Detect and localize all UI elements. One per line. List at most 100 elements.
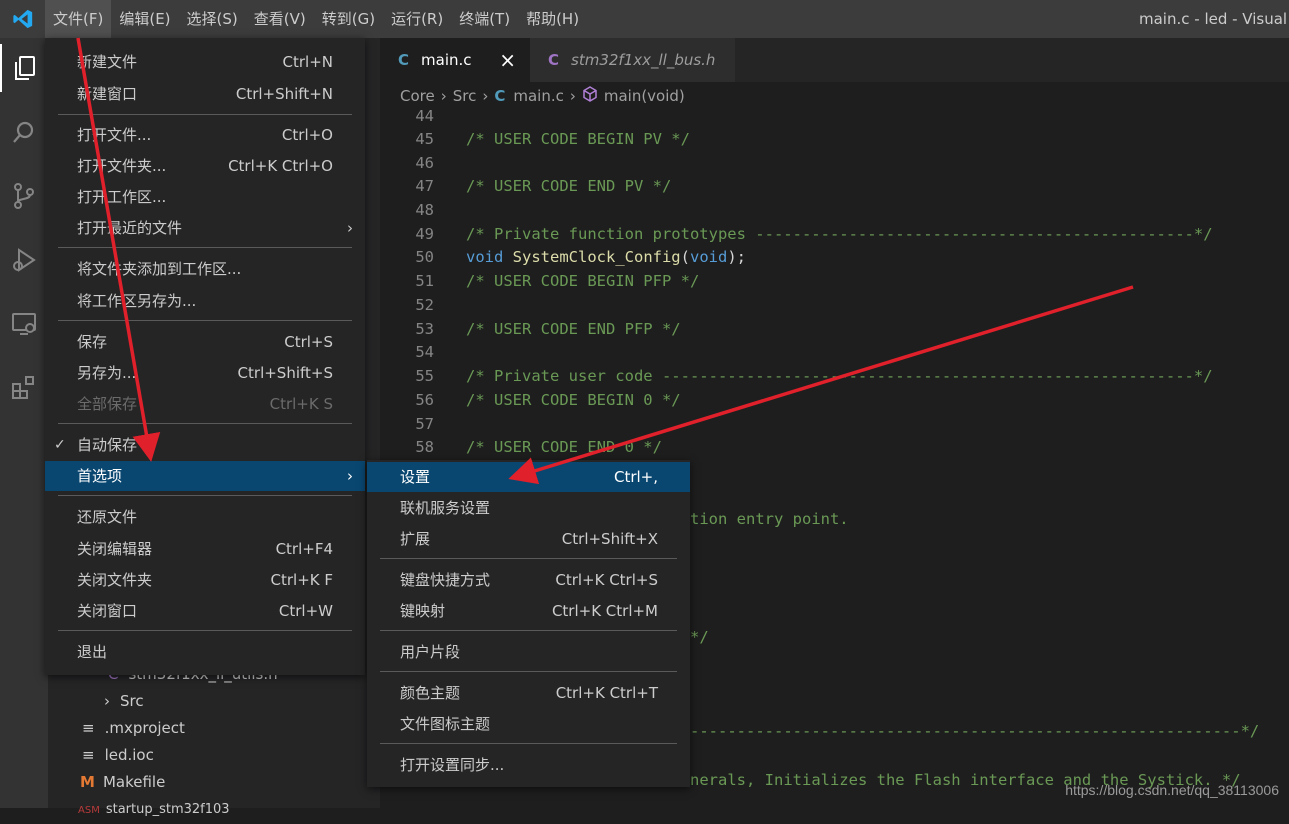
activity-bar bbox=[0, 38, 48, 808]
text-file-icon: ≡ bbox=[82, 746, 95, 764]
breadcrumb-main-c[interactable]: main.c bbox=[513, 87, 564, 105]
menu-item-add-folder-to-workspace[interactable]: 将文件夹添加到工作区... bbox=[45, 254, 365, 284]
c-file-icon: C bbox=[398, 51, 410, 69]
menu-item-save-all: 全部保存 Ctrl+K S bbox=[77, 395, 333, 413]
line-number: 49 bbox=[415, 225, 434, 243]
breadcrumb-core[interactable]: Core bbox=[400, 87, 435, 105]
menu-item-new-file[interactable]: 新建文件 Ctrl+N bbox=[45, 47, 365, 77]
run-debug-icon[interactable] bbox=[0, 236, 48, 284]
code-line: /* USER CODE END PV */ bbox=[466, 177, 672, 195]
menu-help[interactable]: 帮助(H) bbox=[518, 0, 587, 38]
menu-item-settings[interactable]: 设置 Ctrl+, bbox=[367, 462, 690, 492]
code-fragment: tion entry point. bbox=[690, 510, 849, 528]
code-line: /* USER CODE BEGIN 0 */ bbox=[466, 391, 681, 409]
line-number: 47 bbox=[415, 177, 434, 195]
c-file-icon: C bbox=[548, 51, 560, 69]
code-line: /* Private function prototypes ---------… bbox=[466, 225, 1213, 243]
line-number: 55 bbox=[415, 367, 434, 385]
tree-file-led-ioc[interactable]: ≡ led.ioc bbox=[82, 742, 154, 769]
window-title: main.c - led - Visual Studio Code bbox=[1139, 10, 1289, 28]
watermark: https://blog.csdn.net/qq_38113006 bbox=[1065, 782, 1279, 798]
text-file-icon: ≡ bbox=[82, 719, 95, 737]
menu-item-open-file[interactable]: 打开文件... Ctrl+O bbox=[45, 120, 365, 150]
menu-item-close-window[interactable]: 关闭窗口 Ctrl+W bbox=[45, 596, 365, 626]
menu-item-auto-save[interactable]: ✓ 自动保存 bbox=[45, 430, 365, 460]
tab-stm32f1xx-ll-bus-h[interactable]: C stm32f1xx_ll_bus.h bbox=[530, 38, 735, 82]
line-number: 54 bbox=[415, 343, 434, 361]
code-line: /* Private user code -------------------… bbox=[466, 367, 1213, 385]
chevron-right-icon: › bbox=[347, 467, 353, 485]
menu-run[interactable]: 运行(R) bbox=[383, 0, 451, 38]
makefile-icon: M bbox=[80, 773, 95, 791]
menu-item-settings-sync[interactable]: 打开设置同步... bbox=[367, 750, 690, 780]
menu-selection[interactable]: 选择(S) bbox=[179, 0, 246, 38]
chevron-right-icon: › bbox=[482, 87, 489, 105]
menu-item-save-as[interactable]: 另存为... Ctrl+Shift+S bbox=[45, 358, 365, 388]
menu-separator bbox=[58, 423, 352, 424]
menu-item-open-recent[interactable]: 打开最近的文件 › bbox=[45, 213, 365, 243]
menu-item-keymaps[interactable]: 键映射 Ctrl+K Ctrl+M bbox=[367, 596, 690, 626]
code-fragment: */ bbox=[690, 628, 709, 646]
editor-tabs: C main.c × C stm32f1xx_ll_bus.h bbox=[380, 38, 1289, 82]
breadcrumb-main-function[interactable]: main(void) bbox=[604, 87, 685, 105]
menu-item-extensions[interactable]: 扩展 Ctrl+Shift+X bbox=[367, 524, 690, 554]
code-line: /* USER CODE BEGIN PFP */ bbox=[466, 272, 700, 290]
line-number: 50 bbox=[415, 248, 434, 266]
menu-item-exit[interactable]: 退出 bbox=[45, 637, 365, 667]
line-number: 52 bbox=[415, 296, 434, 314]
tree-file-makefile[interactable]: M Makefile bbox=[80, 769, 165, 796]
code-line: /* USER CODE END 0 */ bbox=[466, 438, 662, 456]
menu-item-keyboard-shortcuts[interactable]: 键盘快捷方式 Ctrl+K Ctrl+S bbox=[367, 565, 690, 595]
line-number: 56 bbox=[415, 391, 434, 409]
menu-item-user-snippets[interactable]: 用户片段 bbox=[367, 637, 690, 667]
check-icon: ✓ bbox=[54, 437, 66, 453]
menu-separator bbox=[58, 495, 352, 496]
tree-file-startup[interactable]: ASM startup_stm32f103 bbox=[78, 796, 230, 823]
extensions-icon[interactable] bbox=[0, 364, 48, 412]
menu-item-open-folder[interactable]: 打开文件夹... Ctrl+K Ctrl+O bbox=[45, 151, 365, 181]
file-menu: 新建文件 Ctrl+N 新建窗口 Ctrl+Shift+N 打开文件... Ctrl+… bbox=[45, 38, 365, 675]
menu-go[interactable]: 转到(G) bbox=[314, 0, 383, 38]
menu-item-new-window[interactable]: 新建窗口 Ctrl+Shift+N bbox=[45, 79, 365, 109]
source-control-icon[interactable] bbox=[0, 172, 48, 220]
line-number: 45 bbox=[415, 130, 434, 148]
code-line: void SystemClock_Config(void); bbox=[466, 248, 746, 266]
menu-item-revert-file[interactable]: 还原文件 bbox=[45, 502, 365, 532]
menu-terminal[interactable]: 终端(T) bbox=[451, 0, 518, 38]
menu-file[interactable]: 文件(F) bbox=[45, 0, 112, 38]
tree-file-mxproject[interactable]: ≡ .mxproject bbox=[82, 715, 185, 742]
line-number: 58 bbox=[415, 438, 434, 456]
tab-main-c[interactable]: C main.c × bbox=[380, 38, 530, 82]
explorer-icon[interactable] bbox=[0, 44, 48, 92]
menu-item-online-services-settings[interactable]: 联机服务设置 bbox=[367, 493, 690, 523]
c-file-icon: C bbox=[494, 87, 506, 105]
chevron-right-icon: › bbox=[569, 87, 576, 105]
title-bar: 文件(F) 编辑(E) 选择(S) 查看(V) 转到(G) 运行(R) 终端(T… bbox=[0, 0, 1289, 38]
menu-separator bbox=[380, 630, 677, 631]
tree-folder-src[interactable]: › Src bbox=[104, 688, 144, 715]
breadcrumb-src[interactable]: Src bbox=[453, 87, 477, 105]
line-number: 51 bbox=[415, 272, 434, 290]
menu-item-preferences[interactable]: 首选项 › bbox=[45, 461, 365, 491]
line-number: 46 bbox=[415, 154, 434, 172]
line-number: 53 bbox=[415, 320, 434, 338]
breadcrumb: Core › Src › Cmain.c › main(void) bbox=[380, 82, 1289, 110]
menu-separator bbox=[380, 671, 677, 672]
code-line: /* USER CODE END PFP */ bbox=[466, 320, 681, 338]
code-fragment: ----------------------------------------… bbox=[690, 722, 1260, 740]
menu-item-file-icon-theme[interactable]: 文件图标主题 bbox=[367, 709, 690, 739]
asm-file-icon: ASM bbox=[78, 805, 100, 816]
menu-item-close-editor[interactable]: 关闭编辑器 Ctrl+F4 bbox=[45, 534, 365, 564]
menu-item-color-theme[interactable]: 颜色主题 Ctrl+K Ctrl+T bbox=[367, 678, 690, 708]
menu-item-open-workspace[interactable]: 打开工作区... bbox=[45, 182, 365, 212]
menu-separator bbox=[58, 114, 352, 115]
search-icon[interactable] bbox=[0, 108, 48, 156]
menu-item-save-workspace-as[interactable]: 将工作区另存为... bbox=[45, 286, 365, 316]
menu-item-save[interactable]: 保存 Ctrl+S bbox=[45, 327, 365, 357]
menu-view[interactable]: 查看(V) bbox=[246, 0, 314, 38]
menu-separator bbox=[380, 558, 677, 559]
remote-explorer-icon[interactable] bbox=[0, 300, 48, 348]
close-icon[interactable]: × bbox=[499, 48, 516, 72]
menu-edit[interactable]: 编辑(E) bbox=[111, 0, 178, 38]
menu-item-close-folder[interactable]: 关闭文件夹 Ctrl+K F bbox=[45, 565, 365, 595]
